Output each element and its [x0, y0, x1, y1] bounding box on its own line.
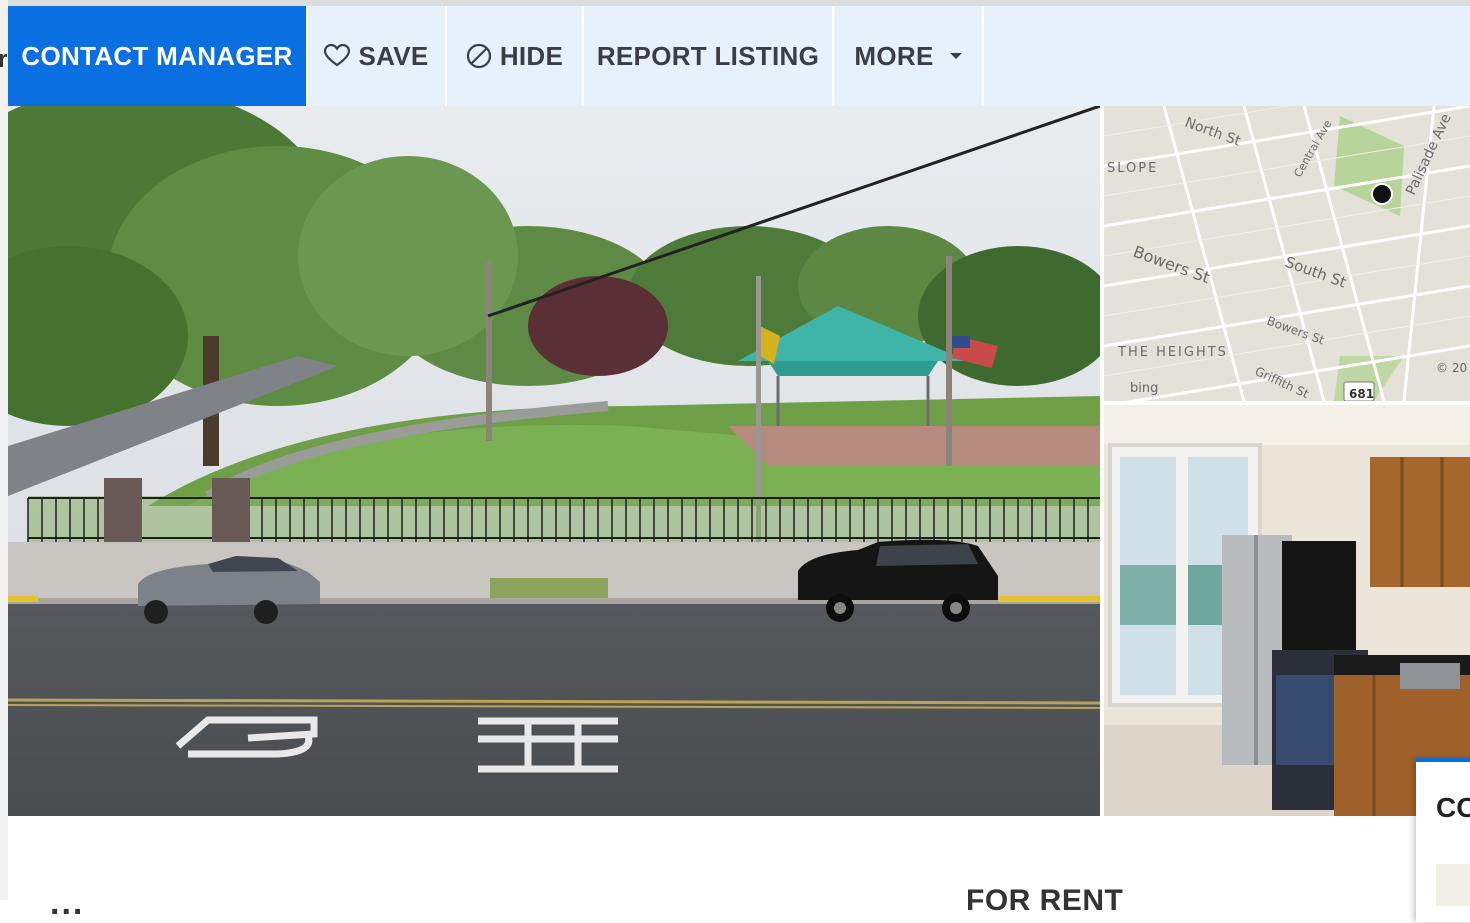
contact-manager-label: CONTACT MANAGER — [21, 40, 293, 71]
report-listing-button[interactable]: REPORT LISTING — [584, 6, 834, 106]
contact-manager-button[interactable]: CONTACT MANAGER — [8, 6, 308, 106]
kitchen-image — [1104, 405, 1470, 816]
heart-outline-icon — [324, 44, 351, 68]
map-route-shield: 681 — [1349, 387, 1374, 401]
contact-card-title: CO — [1436, 792, 1470, 823]
listing-status-partial: FOR RENT — [966, 884, 1124, 917]
contact-card[interactable]: CO — [1416, 758, 1470, 922]
save-label: SAVE — [358, 40, 429, 71]
hide-label: HIDE — [499, 40, 564, 71]
kitchen-photo[interactable] — [1104, 405, 1470, 816]
left-edge-strip: r — [0, 0, 8, 900]
map-label-the-heights: THE HEIGHTS — [1117, 345, 1228, 360]
report-listing-label: REPORT LISTING — [596, 40, 820, 71]
map-image: North St Central Ave Palisade Ave SLOPE … — [1104, 106, 1470, 401]
main-listing-photo[interactable] — [8, 106, 1100, 816]
listing-address-partial: ... — [50, 884, 85, 922]
map-attribution: bing — [1130, 381, 1158, 396]
location-pin-icon — [1371, 183, 1393, 205]
save-button[interactable]: SAVE — [308, 6, 447, 106]
more-label: MORE — [854, 40, 934, 71]
caret-down-icon — [949, 53, 962, 59]
neighborhood-map[interactable]: North St Central Ave Palisade Ave SLOPE … — [1104, 106, 1470, 401]
listing-details-section — [8, 816, 1470, 900]
hide-button[interactable]: HIDE — [447, 6, 584, 106]
street-park-image — [8, 106, 1100, 816]
left-edge-text: r — [0, 46, 8, 73]
circle-slash-icon — [466, 43, 492, 69]
listing-action-bar: CONTACT MANAGER SAVE HIDE REPORT LISTING… — [8, 6, 1470, 106]
more-dropdown-button[interactable]: MORE — [834, 6, 984, 106]
map-label-slope: SLOPE — [1107, 161, 1158, 176]
map-copyright: © 20 — [1436, 361, 1467, 375]
